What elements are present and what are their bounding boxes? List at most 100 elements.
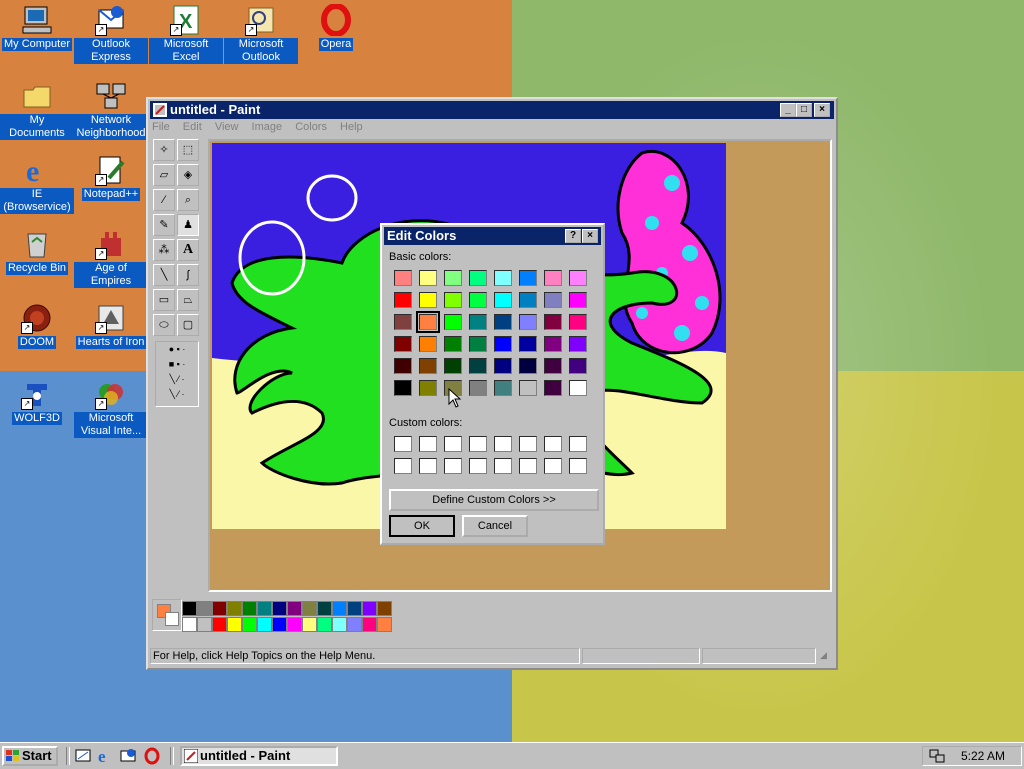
basic-color-swatch[interactable] [569, 292, 587, 308]
palette-swatch[interactable] [287, 617, 302, 632]
palette-swatch[interactable] [212, 617, 227, 632]
basic-color-swatch[interactable] [444, 336, 462, 352]
task-button-paint[interactable]: untitled - Paint [180, 746, 338, 766]
basic-color-swatch[interactable] [469, 380, 487, 396]
basic-color-swatch[interactable] [416, 311, 440, 333]
basic-color-swatch[interactable] [569, 336, 587, 352]
show-desktop-icon[interactable] [74, 747, 92, 765]
desktop-icon-wolf3d[interactable]: ↗ WOLF3D [0, 378, 74, 425]
define-custom-colors-button[interactable]: Define Custom Colors >> [389, 489, 599, 511]
desktop-icon-outlook[interactable]: ↗ Microsoft Outlook [224, 4, 298, 64]
ok-button[interactable]: OK [389, 515, 455, 537]
basic-color-swatch[interactable] [394, 292, 412, 308]
palette-swatch[interactable] [302, 601, 317, 616]
basic-color-swatch[interactable] [494, 336, 512, 352]
help-button[interactable]: ? [565, 229, 581, 243]
basic-color-swatch[interactable] [494, 270, 512, 286]
resize-grip-icon[interactable]: ◢ [820, 650, 832, 662]
basic-color-swatch[interactable] [469, 336, 487, 352]
menu-edit[interactable]: Edit [183, 121, 202, 133]
palette-swatch[interactable] [257, 601, 272, 616]
basic-color-swatch[interactable] [569, 270, 587, 286]
paint-titlebar[interactable]: untitled - Paint _ □ × [150, 101, 834, 119]
rectangle-tool[interactable]: ▭ [153, 289, 175, 311]
custom-color-swatch[interactable] [569, 458, 587, 474]
airbrush-tool[interactable]: ⁂ [153, 239, 175, 261]
basic-color-swatch[interactable] [519, 314, 537, 330]
rounded-rect-tool[interactable]: ▢ [177, 314, 199, 336]
palette-swatch[interactable] [182, 617, 197, 632]
basic-color-swatch[interactable] [569, 380, 587, 396]
palette-swatch[interactable] [272, 601, 287, 616]
palette-swatch[interactable] [362, 601, 377, 616]
palette-swatch[interactable] [182, 601, 197, 616]
brush-options[interactable]: ● ▪ · ■ ▪ · ╲ ⁄ · ╲ ⁄ · [155, 341, 199, 407]
custom-color-swatch[interactable] [444, 458, 462, 474]
desktop-icon-visual-interdev[interactable]: ↗ Microsoft Visual Inte... [74, 378, 148, 438]
basic-color-swatch[interactable] [544, 270, 562, 286]
basic-color-swatch[interactable] [444, 358, 462, 374]
menu-colors[interactable]: Colors [295, 121, 327, 133]
desktop-icon-excel[interactable]: X ↗ Microsoft Excel [149, 4, 223, 64]
magnifier-tool[interactable]: ⌕ [177, 189, 199, 211]
palette-swatch[interactable] [257, 617, 272, 632]
menu-image[interactable]: Image [252, 121, 283, 133]
palette-swatch[interactable] [302, 617, 317, 632]
desktop-icon-notepadpp[interactable]: ↗ Notepad++ [74, 154, 148, 201]
custom-color-swatch[interactable] [419, 458, 437, 474]
basic-color-swatch[interactable] [394, 336, 412, 352]
basic-color-swatch[interactable] [444, 314, 462, 330]
dialog-titlebar[interactable]: Edit Colors ? × [384, 227, 601, 245]
fill-tool[interactable]: ◈ [177, 164, 199, 186]
palette-swatch[interactable] [197, 601, 212, 616]
opera-quicklaunch-icon[interactable] [143, 747, 161, 765]
custom-color-swatch[interactable] [569, 436, 587, 452]
basic-color-swatch[interactable] [494, 380, 512, 396]
menu-view[interactable]: View [215, 121, 239, 133]
palette-swatch[interactable] [377, 601, 392, 616]
desktop-icon-my-computer[interactable]: My Computer [0, 4, 74, 51]
palette-swatch[interactable] [347, 601, 362, 616]
basic-color-swatch[interactable] [469, 270, 487, 286]
basic-color-swatch[interactable] [419, 358, 437, 374]
brush-tool[interactable]: ♟ [177, 214, 199, 236]
custom-color-swatch[interactable] [494, 436, 512, 452]
custom-color-swatch[interactable] [519, 458, 537, 474]
palette-swatch[interactable] [287, 601, 302, 616]
custom-color-swatch[interactable] [519, 436, 537, 452]
basic-color-swatch[interactable] [419, 270, 437, 286]
palette-swatch[interactable] [332, 617, 347, 632]
basic-color-swatch[interactable] [469, 292, 487, 308]
pencil-tool[interactable]: ✎ [153, 214, 175, 236]
desktop-icon-hearts-of-iron[interactable]: ↗ Hearts of Iron [74, 302, 148, 349]
palette-swatch[interactable] [362, 617, 377, 632]
basic-color-swatch[interactable] [569, 358, 587, 374]
eraser-tool[interactable]: ▱ [153, 164, 175, 186]
palette-swatch[interactable] [242, 617, 257, 632]
menu-file[interactable]: File [152, 121, 170, 133]
basic-color-swatch[interactable] [394, 270, 412, 286]
custom-color-swatch[interactable] [494, 458, 512, 474]
basic-color-swatch[interactable] [519, 292, 537, 308]
cancel-button[interactable]: Cancel [462, 515, 528, 537]
custom-color-swatch[interactable] [394, 458, 412, 474]
basic-color-swatch[interactable] [494, 314, 512, 330]
desktop-icon-recycle-bin[interactable]: Recycle Bin [0, 228, 74, 275]
color-picker-tool[interactable]: ⁄ [153, 189, 175, 211]
palette-swatch[interactable] [272, 617, 287, 632]
palette-swatch[interactable] [347, 617, 362, 632]
dialog-close-button[interactable]: × [582, 229, 598, 243]
text-tool[interactable]: A [177, 239, 199, 261]
desktop-icon-opera[interactable]: Opera [299, 3, 373, 51]
basic-color-swatch[interactable] [469, 358, 487, 374]
custom-color-swatch[interactable] [544, 436, 562, 452]
basic-color-swatch[interactable] [394, 380, 412, 396]
custom-color-swatch[interactable] [469, 436, 487, 452]
basic-color-swatch[interactable] [519, 358, 537, 374]
palette-swatch[interactable] [227, 617, 242, 632]
basic-color-swatch[interactable] [394, 358, 412, 374]
basic-color-swatch[interactable] [494, 292, 512, 308]
basic-color-swatch[interactable] [444, 292, 462, 308]
desktop-icon-my-documents[interactable]: My Documents [0, 80, 74, 140]
desktop-icon-ie[interactable]: e IE (Browservice) [0, 154, 74, 214]
